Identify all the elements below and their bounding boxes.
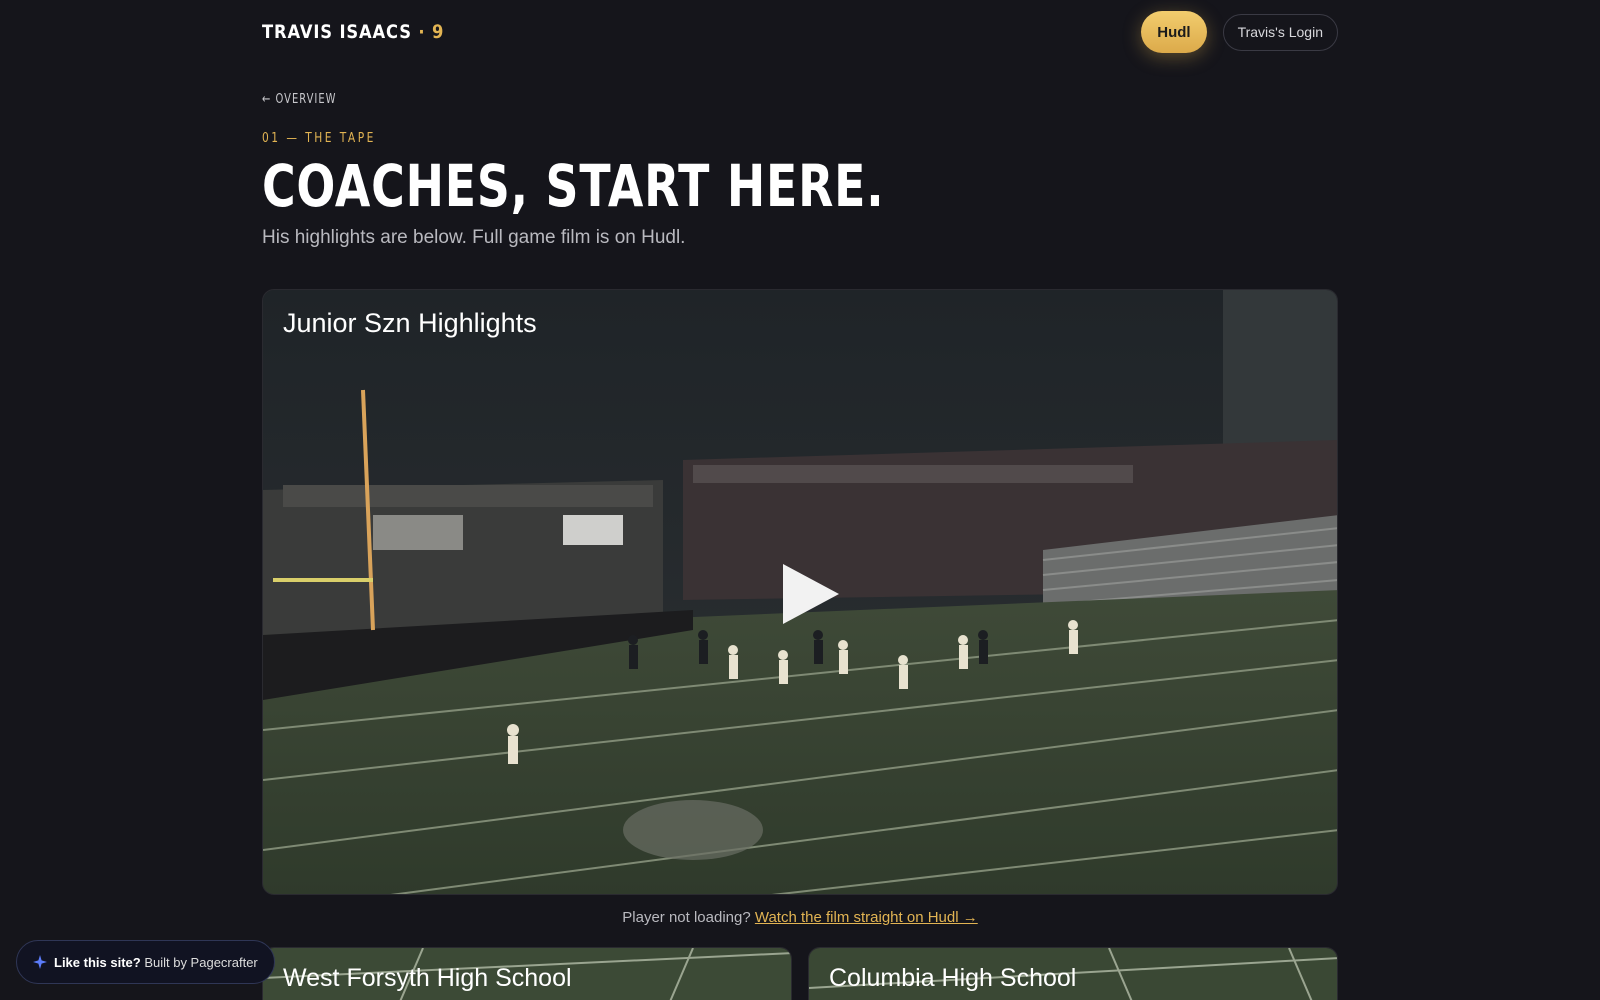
page-title: COACHES, START HERE. bbox=[262, 152, 885, 220]
section-eyebrow: 01 — THE TAPE bbox=[262, 131, 376, 146]
fallback-label: Player not loading? bbox=[622, 909, 755, 926]
watch-on-hudl-link[interactable]: Watch the film straight on Hudl → bbox=[755, 909, 978, 926]
video-card-title: West Forsyth High School bbox=[283, 964, 572, 992]
top-nav: TRAVIS ISAACS · 9 Hudl Travis's Login bbox=[262, 10, 1338, 54]
video-title: Junior Szn Highlights bbox=[283, 308, 537, 338]
brand-name: TRAVIS ISAACS bbox=[262, 21, 412, 43]
pagecrafter-badge[interactable]: Like this site? Built by Pagecrafter bbox=[16, 940, 275, 984]
player-fallback-text: Player not loading? Watch the film strai… bbox=[0, 909, 1600, 926]
video-card-columbia[interactable]: Columbia High School bbox=[808, 947, 1338, 1000]
brand-separator: · bbox=[411, 21, 433, 43]
login-button[interactable]: Travis's Login bbox=[1222, 13, 1338, 51]
main-video-player[interactable]: Junior Szn Highlights bbox=[262, 289, 1338, 895]
nav-actions: Hudl Travis's Login bbox=[1141, 11, 1338, 53]
sparkle-icon bbox=[33, 955, 47, 969]
video-card-title: Columbia High School bbox=[829, 964, 1077, 992]
brand-logo[interactable]: TRAVIS ISAACS · 9 bbox=[262, 21, 444, 43]
badge-suffix: Built by Pagecrafter bbox=[140, 954, 258, 970]
video-card-west-forsyth[interactable]: West Forsyth High School bbox=[262, 947, 792, 1000]
page-subtitle: His highlights are below. Full game film… bbox=[262, 227, 686, 248]
badge-text: Like this site? Built by Pagecrafter bbox=[54, 955, 258, 970]
badge-strong: Like this site? bbox=[54, 954, 141, 970]
jersey-number: 9 bbox=[432, 21, 445, 43]
play-icon[interactable] bbox=[777, 562, 841, 626]
back-to-overview-link[interactable]: ← OVERVIEW bbox=[262, 92, 337, 107]
hudl-button[interactable]: Hudl bbox=[1141, 11, 1207, 53]
